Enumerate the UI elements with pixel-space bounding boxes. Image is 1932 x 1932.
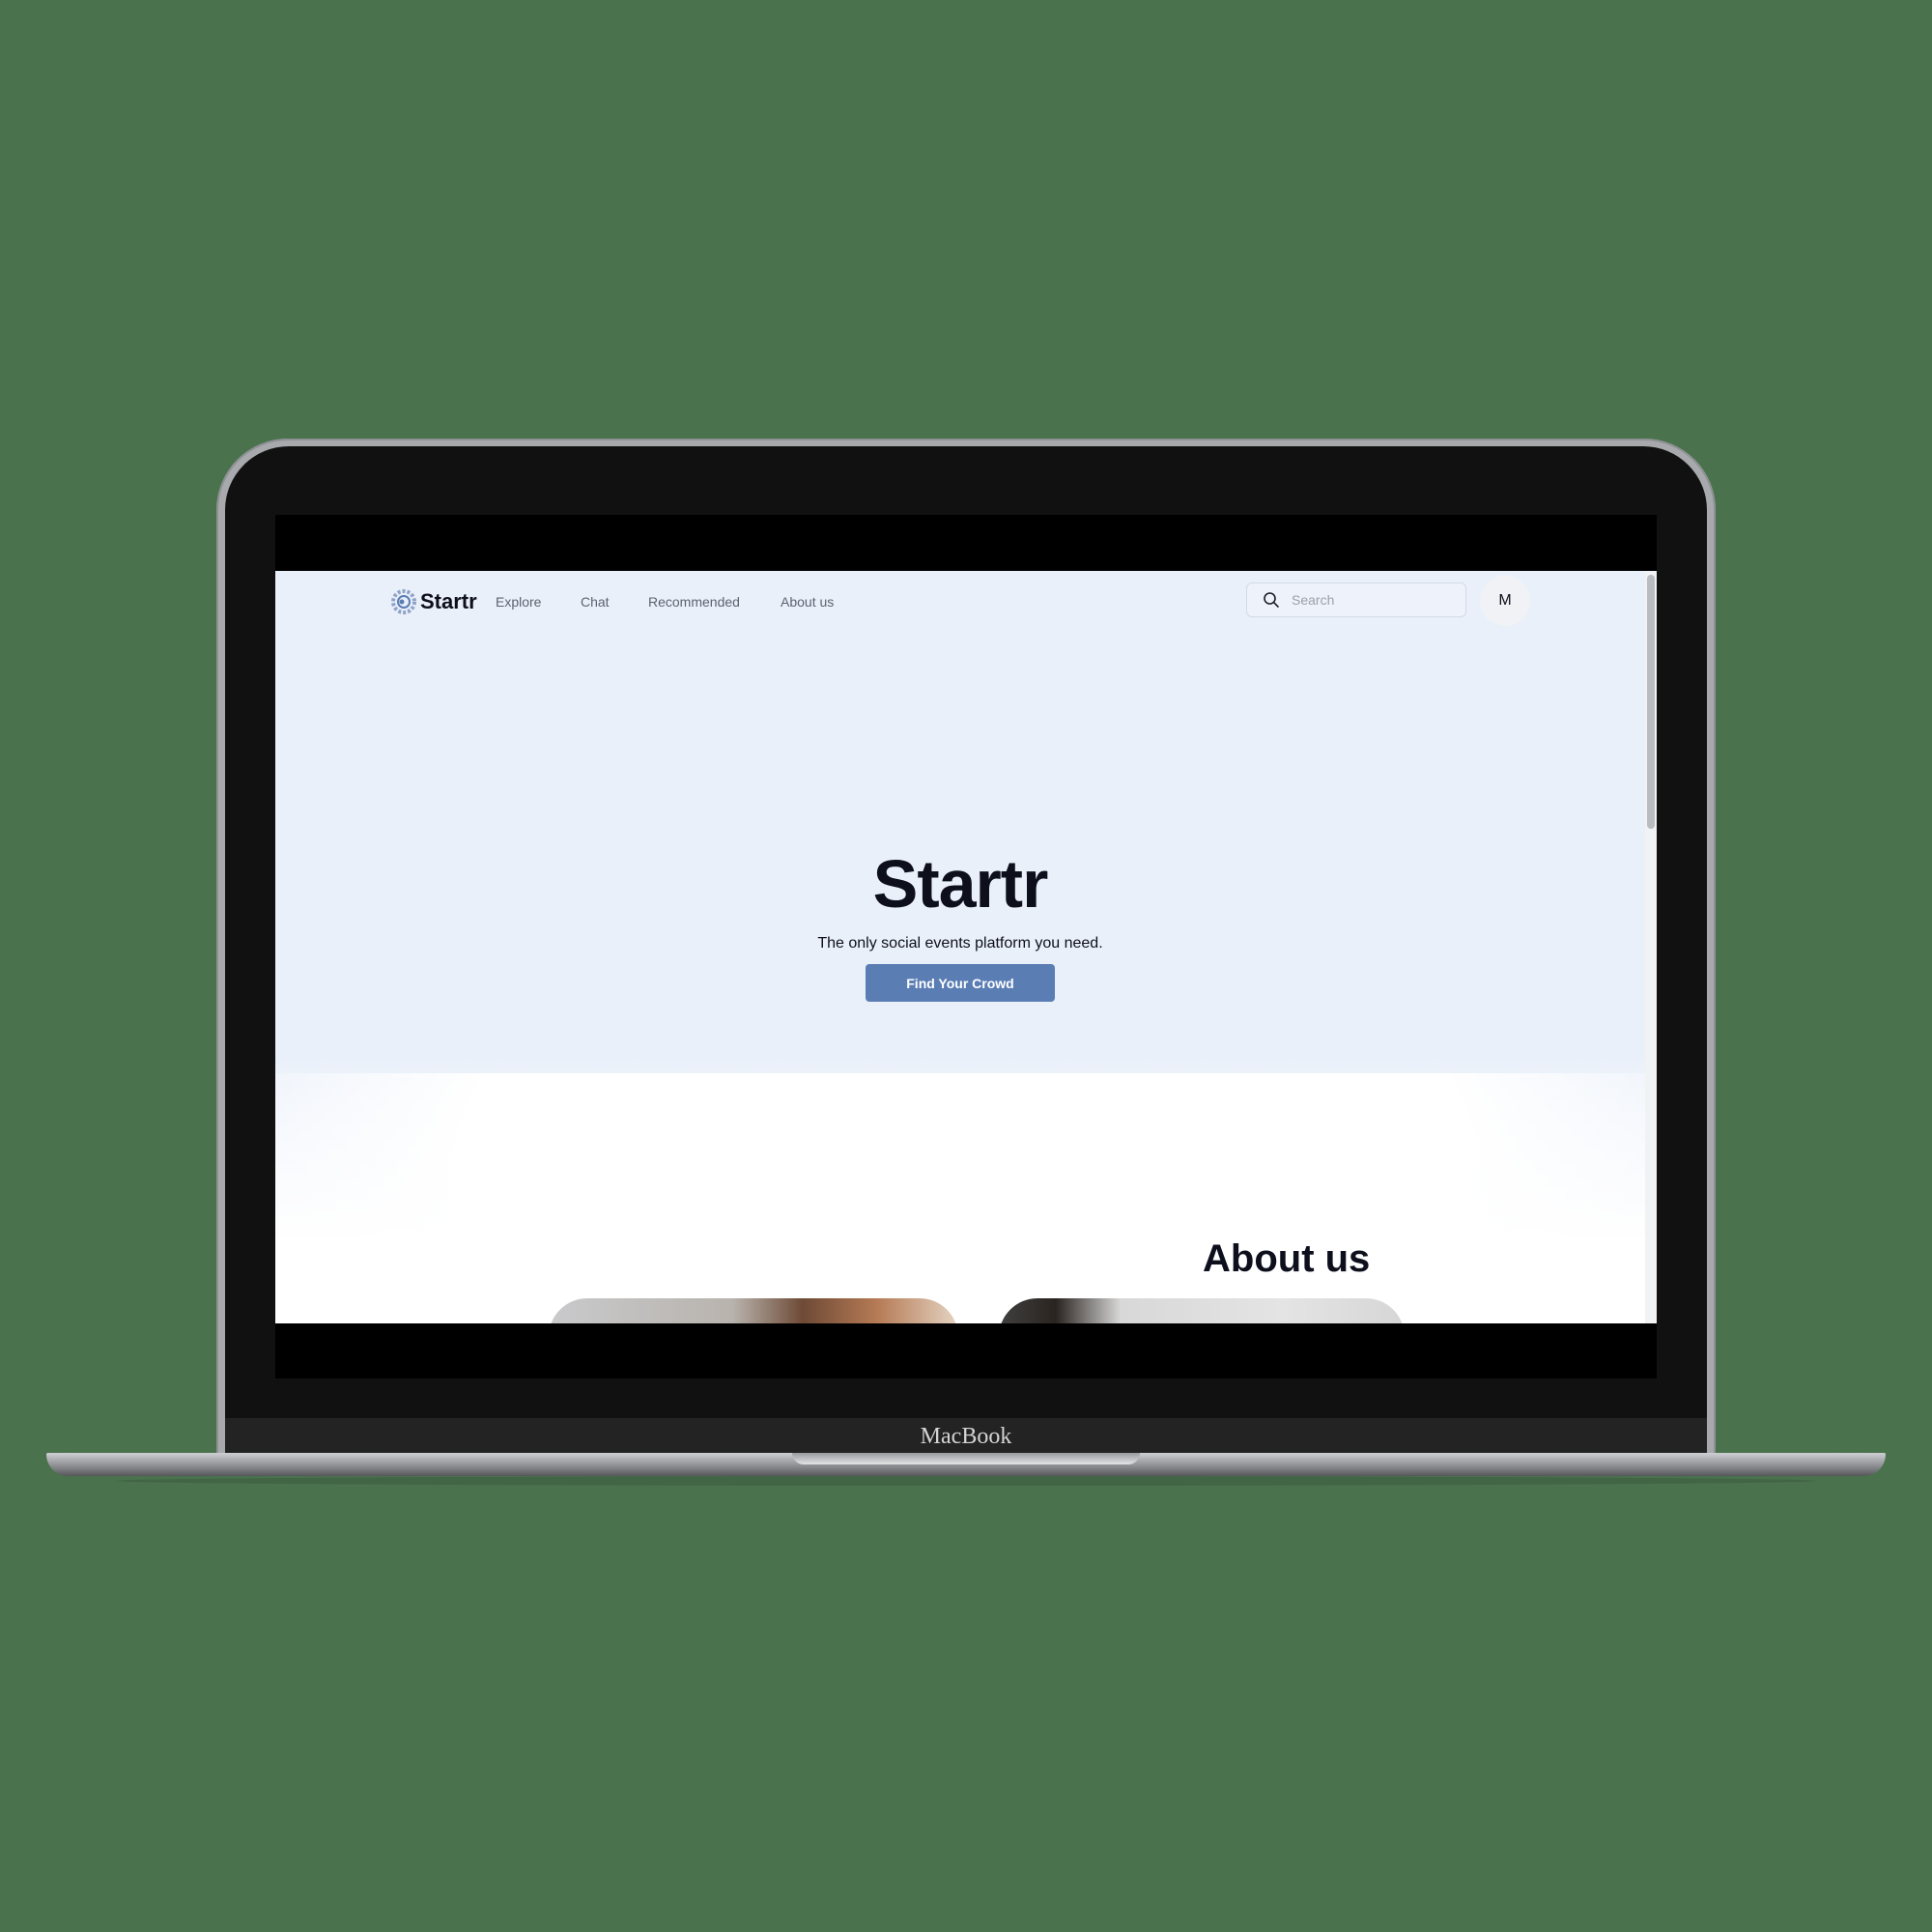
laptop-hinge-notch — [792, 1453, 1140, 1464]
top-navbar: Startr Explore Chat Recommended About us… — [275, 571, 1645, 633]
about-photo-group — [549, 1298, 958, 1323]
about-us-heading: About us — [1203, 1237, 1371, 1280]
search-icon — [1264, 592, 1279, 608]
search-input[interactable] — [1290, 591, 1458, 609]
laptop-brand: MacBook — [920, 1424, 1012, 1449]
nav-about-us[interactable]: About us — [781, 594, 834, 610]
content-background — [275, 1237, 1657, 1323]
search-box[interactable] — [1246, 582, 1466, 617]
logo[interactable]: Startr — [389, 587, 477, 616]
nav-chat[interactable]: Chat — [581, 594, 610, 610]
user-avatar[interactable]: M — [1480, 576, 1530, 626]
page-scrollbar[interactable] — [1645, 571, 1657, 1323]
web-page: Startr Explore Chat Recommended About us… — [275, 571, 1657, 1323]
about-photo-person — [999, 1298, 1405, 1323]
nav-recommended[interactable]: Recommended — [648, 594, 740, 610]
startr-logo-icon — [391, 589, 416, 614]
hero-subtitle: The only social events platform you need… — [817, 935, 1103, 952]
logo-text: Startr — [420, 589, 477, 613]
laptop-shadow — [116, 1476, 1816, 1486]
find-your-crowd-button[interactable]: Find Your Crowd — [866, 964, 1055, 1002]
scrollbar-thumb[interactable] — [1647, 575, 1655, 829]
hero-title: Startr — [872, 846, 1049, 922]
nav-explore[interactable]: Explore — [496, 594, 541, 610]
